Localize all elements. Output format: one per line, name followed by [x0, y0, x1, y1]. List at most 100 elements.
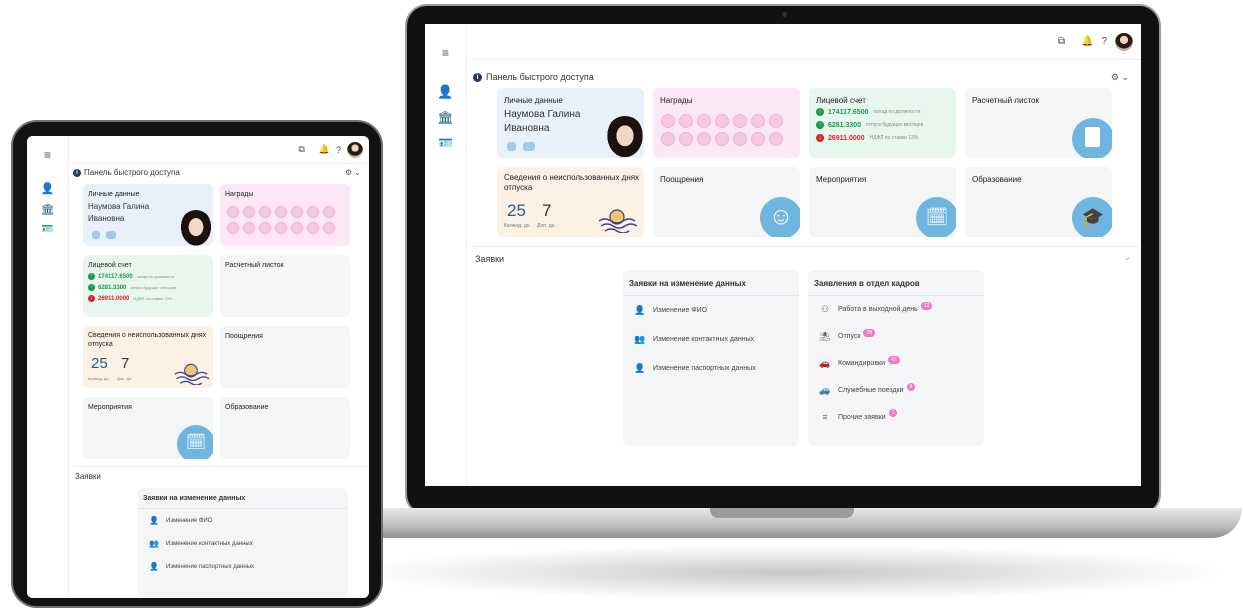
account-card[interactable]: Лицевой счет ↑ 174117.6500 оклад по долж… — [83, 255, 213, 317]
hr-item[interactable]: ≡ Прочие заявки 1 — [808, 404, 984, 430]
payslip-title: Расчетный листок — [225, 262, 284, 269]
account-note: НДФЛ по ставке 13% — [869, 135, 919, 141]
request-item[interactable]: 👥 Изменение контактных данных — [138, 532, 348, 555]
vacation-title: Сведения о неиспользованных днях отпуска — [504, 173, 640, 192]
medal-icon — [697, 114, 711, 128]
data-change-title: Заявки на изменение данных — [138, 488, 348, 509]
rewards-card[interactable]: Поощрения — [220, 326, 350, 388]
events-card[interactable]: Мероприятия 🗓 — [809, 167, 956, 237]
document-button[interactable] — [92, 231, 100, 239]
events-title: Мероприятия — [816, 175, 867, 184]
hr-item[interactable]: 🚙 Служебные поездки 9 — [808, 377, 984, 404]
hr-item[interactable]: 🚗 Командировки 47 — [808, 350, 984, 377]
sun-sea-icon — [174, 363, 210, 385]
calendar-days-label: Календ. дн. — [504, 223, 531, 229]
request-item-label: Изменение ФИО — [653, 307, 708, 314]
user-icon[interactable]: 👤 — [27, 182, 68, 195]
avatar[interactable] — [347, 141, 363, 158]
quick-panel-title: i Панель быстрого доступа — [473, 72, 594, 82]
hr-item[interactable]: ⛱ Отпуск 28 — [808, 323, 984, 350]
awards-card[interactable]: Награды — [653, 88, 800, 158]
bank-icon[interactable]: 🏛 — [27, 203, 68, 216]
mockup-stage: ≡ 👤 🏛 🪪 ⧉ 🔔 ? i Панель быстрого доступа — [0, 0, 1243, 609]
rewards-title: Поощрения — [225, 333, 263, 340]
medal-icon — [715, 114, 729, 128]
employee-name-line2: Ивановна — [88, 214, 125, 223]
menu-icon[interactable]: ≡ — [425, 46, 466, 60]
calendar-days-label: Календ. дн. — [88, 376, 110, 381]
hr-item-label: Прочие заявки — [838, 413, 886, 421]
medal-icon — [769, 132, 783, 146]
request-item[interactable]: 👤 Изменение ФИО — [623, 296, 799, 325]
id-card-icon[interactable]: 🪪 — [27, 224, 68, 235]
medal-icon — [323, 222, 335, 234]
user-edit-icon: 👤 — [149, 516, 159, 525]
account-row: ↓ 26911.0000 НДФЛ по ставке 13% — [816, 134, 923, 142]
request-item[interactable]: 👥 Изменение контактных данных — [623, 325, 799, 354]
data-change-panel: Заявки на изменение данных 👤 Изменение Ф… — [623, 270, 799, 446]
gear-icon[interactable]: ⚙ ⌄ — [1111, 72, 1129, 83]
chevron-down-icon[interactable]: ⌄ — [1123, 252, 1131, 263]
menu-icon[interactable]: ≡ — [27, 148, 68, 162]
medal-icon — [733, 114, 747, 128]
calendar-check-icon: 🗓 — [916, 197, 956, 237]
payslip-card[interactable]: Расчетный листок — [220, 255, 350, 317]
help-icon[interactable]: ? — [1101, 36, 1107, 47]
account-value: 6281.3300 — [828, 121, 862, 129]
top-bar: ⧉ 🔔 ? — [471, 24, 1141, 60]
document-icon — [1072, 118, 1112, 158]
id-button[interactable] — [106, 231, 116, 239]
document-button[interactable] — [507, 142, 516, 151]
info-icon: i — [73, 168, 81, 177]
help-icon[interactable]: ? — [336, 145, 341, 155]
personal-data-card[interactable]: Личные данные Наумова Галина Ивановна — [83, 184, 213, 246]
extra-days-label: Доп. дн. — [537, 223, 556, 229]
request-item-label: Изменение контактных данных — [653, 336, 755, 343]
windows-icon[interactable]: ⧉ — [1058, 36, 1065, 47]
account-row: ↑ 174117.6500 оклад по должности — [88, 273, 176, 280]
bank-icon[interactable]: 🏛 — [425, 110, 466, 126]
extra-days-value: 7 — [542, 201, 552, 220]
payslip-card[interactable]: Расчетный листок — [965, 88, 1112, 158]
request-item[interactable]: 👤 Изменение паспортных данных — [138, 555, 348, 578]
hr-item-label: Служебные поездки — [838, 387, 904, 394]
medal-icon — [733, 132, 747, 146]
medal-icon — [259, 206, 271, 218]
avatar[interactable] — [1115, 32, 1133, 51]
bell-icon[interactable]: 🔔 — [1081, 36, 1093, 47]
request-item[interactable]: 👤 Изменение паспортных данных — [623, 354, 799, 383]
user-icon[interactable]: 👤 — [425, 84, 466, 100]
rewards-card[interactable]: Поощрения ☺ — [653, 167, 800, 237]
personal-data-card[interactable]: Личные данные Наумова Галина Ивановна — [497, 88, 644, 158]
gear-icon[interactable]: ⚙ ⌄ — [345, 168, 361, 177]
education-card[interactable]: Образование 🎓 — [965, 167, 1112, 237]
vacation-card[interactable]: Сведения о неиспользованных днях отпуска… — [83, 326, 213, 388]
windows-icon[interactable]: ⧉ — [298, 144, 304, 155]
personal-data-title: Личные данные — [88, 191, 140, 198]
request-item[interactable]: 👤 Изменение ФИО — [138, 509, 348, 532]
account-note: отпуск будущих месяцев — [130, 285, 177, 290]
account-title: Лицевой счет — [816, 96, 866, 105]
arrow-up-icon: ↑ — [88, 273, 95, 280]
bell-icon[interactable]: 🔔 — [319, 144, 330, 155]
rewards-title: Поощрения — [660, 175, 704, 184]
vacation-card[interactable]: Сведения о неиспользованных днях отпуска… — [497, 167, 644, 237]
education-card[interactable]: Образование — [220, 397, 350, 459]
account-card[interactable]: Лицевой счет ↑ 174117.6500 оклад по долж… — [809, 88, 956, 158]
hr-item-label: Командировки — [838, 360, 886, 367]
medal-icon — [679, 132, 693, 146]
hr-item[interactable]: ⚇ Работа в выходной день 12 — [808, 296, 984, 323]
id-card-icon[interactable]: 🪪 — [425, 136, 466, 150]
account-value: 26911.0000 — [98, 295, 130, 302]
hr-item-label: Работа в выходной день — [838, 306, 918, 313]
extra-days-value: 7 — [121, 355, 130, 372]
arrow-up-icon: ↑ — [816, 121, 824, 129]
count-badge: 47 — [888, 355, 900, 364]
medal-icon — [243, 222, 255, 234]
account-value: 174117.6500 — [98, 273, 133, 280]
list-icon: ≡ — [822, 412, 828, 422]
account-row: ↑ 6281.3300 отпуск будущих месяцев — [816, 121, 923, 129]
id-button[interactable] — [523, 142, 535, 151]
events-card[interactable]: Мероприятия 🗓 — [83, 397, 213, 459]
awards-card[interactable]: Награды — [220, 184, 350, 246]
